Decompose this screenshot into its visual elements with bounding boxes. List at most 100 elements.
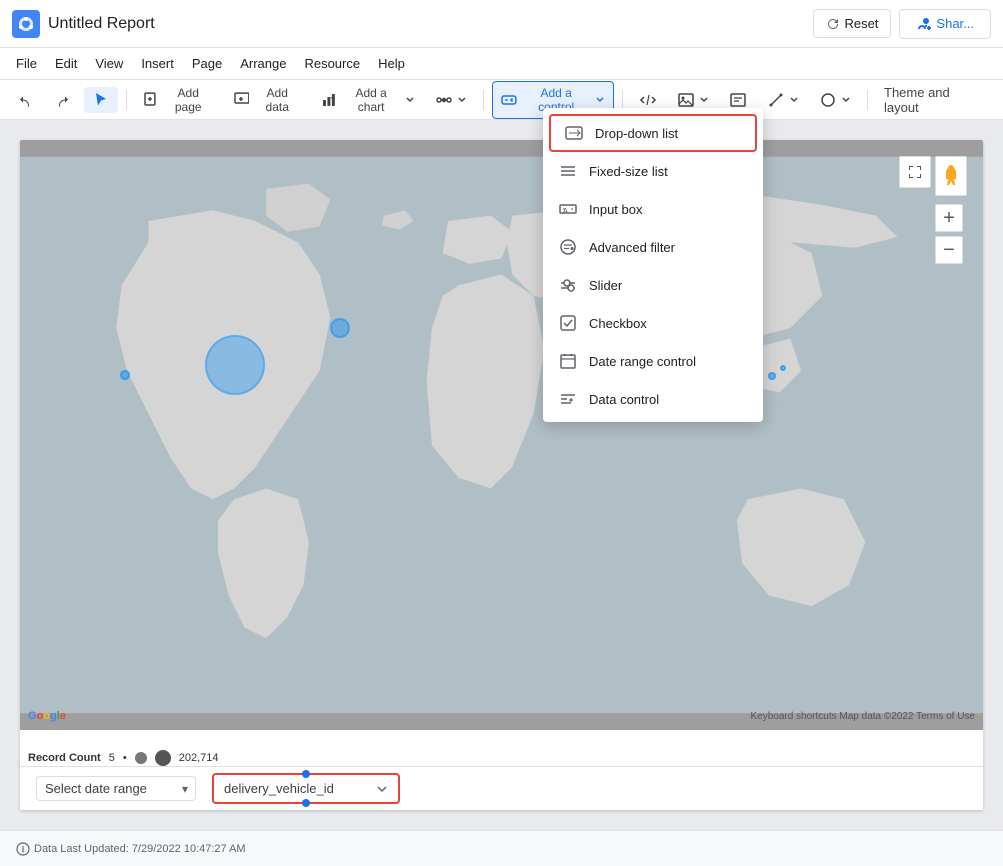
shape-icon <box>819 91 837 109</box>
menu-help[interactable]: Help <box>370 52 413 75</box>
cursor-icon <box>92 91 110 109</box>
slider-icon <box>559 276 577 294</box>
image-dropdown-icon <box>699 95 709 105</box>
map-attribution: Keyboard shortcuts Map data ©2022 Terms … <box>750 711 975 722</box>
map-container: + − Google Keyboard shortcuts Map data ©… <box>20 140 983 730</box>
data-control-label: Data control <box>589 392 659 407</box>
theme-layout-label[interactable]: Theme and layout <box>876 81 995 119</box>
checkbox-item[interactable]: Checkbox <box>543 304 763 342</box>
canvas-area: + − Google Keyboard shortcuts Map data ©… <box>0 120 1003 830</box>
add-page-button[interactable]: Add page <box>135 82 222 118</box>
map-bubble-large <box>205 335 265 395</box>
line-icon <box>767 91 785 109</box>
report-canvas: + − Google Keyboard shortcuts Map data ©… <box>20 140 983 810</box>
dropdown-list-item-wrapper: Drop-down list <box>549 114 757 152</box>
menu-insert[interactable]: Insert <box>133 52 182 75</box>
menu-arrange[interactable]: Arrange <box>232 52 294 75</box>
date-range-select[interactable]: Select date range <box>36 776 196 801</box>
share-button[interactable]: Shar... <box>899 9 991 39</box>
toolbar-sep-2 <box>483 90 484 110</box>
legend-value: 202,714 <box>179 752 219 764</box>
image-icon <box>677 91 695 109</box>
chart-dropdown-icon <box>405 95 415 105</box>
connector-dropdown-icon <box>457 95 467 105</box>
menu-page[interactable]: Page <box>184 52 230 75</box>
add-data-button[interactable]: Add data <box>226 82 309 118</box>
menu-view[interactable]: View <box>87 52 131 75</box>
fixed-size-list-icon <box>559 162 577 180</box>
checkbox-icon <box>559 314 577 332</box>
add-page-icon <box>143 92 159 108</box>
dropdown-list-item[interactable]: Drop-down list <box>551 116 755 150</box>
svg-text:A: A <box>563 208 568 215</box>
pegman-icon <box>942 164 960 188</box>
redo-button[interactable] <box>46 87 80 113</box>
top-bar: Untitled Report Reset Shar... <box>0 0 1003 48</box>
controls-bar: Select date range ▾ delivery_vehicle_id <box>20 766 983 810</box>
add-chart-button[interactable]: Add a chart <box>313 82 423 118</box>
vehicle-dropdown-value: delivery_vehicle_id <box>224 781 368 796</box>
line-dropdown-icon <box>789 95 799 105</box>
zoom-in-button[interactable]: + <box>935 204 963 232</box>
info-icon <box>16 842 30 856</box>
map-controls: + − <box>935 156 967 264</box>
map-bubble-small <box>120 370 130 380</box>
add-control-dropdown-menu: Drop-down list Fixed-size list A Input b… <box>543 108 763 422</box>
map-bubble-india-1 <box>768 372 776 380</box>
status-bar: Data Last Updated: 7/29/2022 10:47:27 AM <box>0 830 1003 866</box>
add-control-icon <box>501 92 517 108</box>
expand-icon <box>907 164 923 180</box>
line-button[interactable] <box>759 87 807 113</box>
handle-top <box>302 770 310 778</box>
world-map-svg <box>20 140 983 730</box>
map-expand-button[interactable] <box>899 156 931 188</box>
add-chart-icon <box>321 92 337 108</box>
legend-circle-large <box>155 750 171 766</box>
redo-icon <box>54 91 72 109</box>
menu-resource[interactable]: Resource <box>296 52 368 75</box>
fixed-size-list-label: Fixed-size list <box>589 164 668 179</box>
map-bubble-medium <box>330 318 350 338</box>
shape-button[interactable] <box>811 87 859 113</box>
toolbar-sep-3 <box>622 90 623 110</box>
input-box-item[interactable]: A Input box <box>543 190 763 228</box>
person-add-icon <box>916 16 932 32</box>
zoom-out-button[interactable]: − <box>935 236 963 264</box>
text-icon <box>729 91 747 109</box>
slider-item[interactable]: Slider <box>543 266 763 304</box>
toolbar: Add page Add data Add a chart Add a cont… <box>0 80 1003 120</box>
vehicle-dropdown[interactable]: delivery_vehicle_id <box>216 777 396 800</box>
connector-button[interactable] <box>427 87 475 113</box>
advanced-filter-item[interactable]: Advanced filter <box>543 228 763 266</box>
undo-button[interactable] <box>8 87 42 113</box>
toolbar-sep-4 <box>867 90 868 110</box>
reset-button[interactable]: Reset <box>813 9 891 38</box>
fixed-size-list-item[interactable]: Fixed-size list <box>543 152 763 190</box>
report-title: Untitled Report <box>48 15 155 33</box>
dropdown-list-icon <box>565 124 583 142</box>
date-range-item[interactable]: Date range control <box>543 342 763 380</box>
embed-icon <box>639 91 657 109</box>
status-text: Data Last Updated: 7/29/2022 10:47:27 AM <box>34 843 246 855</box>
app-logo <box>12 10 40 38</box>
menu-edit[interactable]: Edit <box>47 52 85 75</box>
top-bar-right: Reset Shar... <box>813 9 991 39</box>
legend-dot-count: 5 <box>109 752 115 764</box>
toolbar-sep-1 <box>126 90 127 110</box>
date-range-control-label: Date range control <box>589 354 696 369</box>
connector-icon <box>435 91 453 109</box>
data-control-icon <box>559 390 577 408</box>
date-range-icon <box>559 352 577 370</box>
shape-dropdown-icon <box>841 95 851 105</box>
dropdown-list-label: Drop-down list <box>595 126 678 141</box>
menu-file[interactable]: File <box>8 52 45 75</box>
date-range-wrapper: Select date range ▾ <box>36 776 196 801</box>
google-logo: Google <box>28 710 66 722</box>
cursor-button[interactable] <box>84 87 118 113</box>
vehicle-dropdown-arrow <box>376 783 388 795</box>
handle-bottom <box>302 799 310 807</box>
pegman-button[interactable] <box>935 156 967 196</box>
menu-bar: File Edit View Insert Page Arrange Resou… <box>0 48 1003 80</box>
legend-circle-small <box>135 752 147 764</box>
data-control-item[interactable]: Data control <box>543 380 763 418</box>
